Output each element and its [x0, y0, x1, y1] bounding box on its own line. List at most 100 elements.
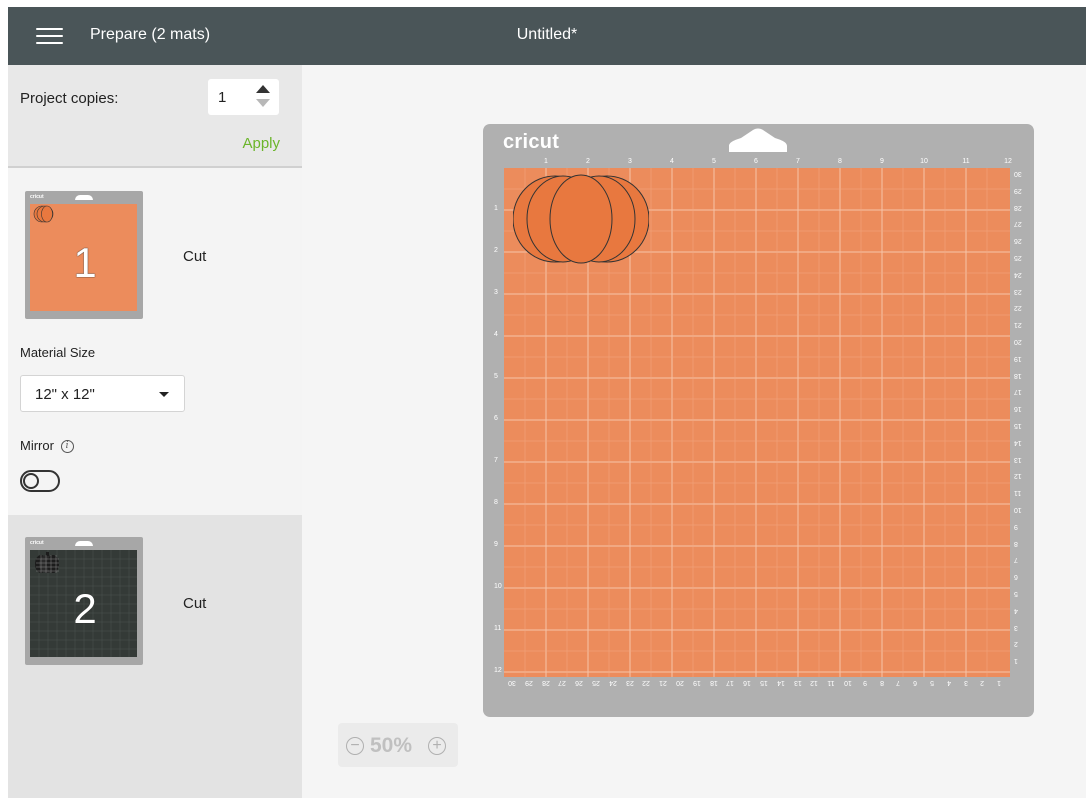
ruler-left-label: 5	[494, 373, 498, 380]
ruler-right-label: 19	[1014, 354, 1022, 362]
pumpkin-pattern-icon	[35, 552, 59, 573]
ruler-left-label: 8	[494, 499, 498, 506]
ruler-bottom-label: 10	[844, 679, 852, 686]
ruler-right-label: 15	[1014, 422, 1022, 429]
ruler-bottom-label: 5	[930, 679, 934, 686]
mat-item-1[interactable]: cricut 1 Cut Material Size 12" x 12" Mir…	[8, 170, 302, 515]
ruler-bottom-label: 25	[592, 679, 600, 686]
mat-thumbnail-1[interactable]: cricut 1	[25, 191, 143, 319]
ruler-bottom-label: 15	[760, 679, 768, 686]
pumpkin-design[interactable]	[513, 174, 649, 264]
zoom-out-icon[interactable]: −	[346, 737, 364, 755]
thumbnail-notch	[75, 195, 93, 200]
ruler-right-label: 6	[1014, 573, 1018, 581]
ruler-right-label: 18	[1014, 371, 1022, 379]
ruler-left-label: 9	[494, 541, 498, 548]
ruler-right-label: 5	[1014, 590, 1018, 597]
zoom-in-icon[interactable]: +	[428, 737, 446, 755]
info-icon[interactable]: i	[60, 440, 74, 454]
mirror-label-text: Mirror	[20, 438, 54, 453]
ruler-bottom-label: 2	[980, 679, 985, 686]
ruler-bottom-label: 3	[963, 679, 968, 686]
ruler-bottom-label: 11	[827, 679, 835, 686]
mat-notch	[729, 128, 787, 152]
apply-button[interactable]: Apply	[242, 135, 280, 152]
ruler-top-label: 11	[962, 158, 970, 165]
mat-brand-logo: cricut	[503, 131, 560, 153]
top-bar: Prepare (2 mats) Untitled*	[8, 7, 1086, 65]
ruler-left-label: 3	[494, 289, 498, 296]
ruler-right-label: 3	[1014, 623, 1018, 631]
mat-item-2[interactable]: cricut 2 Cut	[8, 515, 302, 798]
ruler-bottom-label: 12	[810, 679, 819, 686]
ruler-right-label: 9	[1014, 522, 1018, 530]
ruler-right-label: 24	[1014, 270, 1022, 278]
ruler-bottom-label: 27	[558, 679, 567, 686]
ruler-bottom-label: 4	[946, 679, 951, 686]
ruler-top-label: 5	[712, 158, 716, 165]
ruler-right-label: 17	[1014, 388, 1022, 396]
ruler-bottom-label: 1	[997, 679, 1002, 686]
ruler-right-label: 10	[1014, 506, 1022, 513]
ruler-right-label: 16	[1014, 405, 1022, 413]
ruler-bottom-label: 21	[659, 679, 668, 686]
mat-thumbnail-2[interactable]: cricut 2	[25, 537, 143, 665]
ruler-bottom-label: 20	[676, 679, 684, 686]
ruler-right-label: 26	[1014, 237, 1022, 245]
project-copies-section: Project copies: 1 Apply	[8, 65, 302, 168]
ruler-right-label: 8	[1014, 539, 1018, 547]
mirror-toggle[interactable]	[20, 470, 60, 492]
ruler-bottom-label: 24	[608, 679, 617, 686]
ruler-right-label: 4	[1014, 606, 1018, 614]
ruler-bottom-label: 19	[692, 679, 701, 686]
mat-cut-area[interactable]	[504, 168, 1010, 677]
ruler-top-label: 8	[838, 158, 842, 165]
ruler-left-label: 7	[494, 457, 498, 464]
ruler-right-label: 23	[1014, 287, 1022, 295]
ruler-bottom-label: 26	[575, 679, 584, 686]
step-up-icon[interactable]	[256, 85, 270, 93]
pumpkin-thumbnail-icon	[33, 205, 54, 223]
ruler-bottom-label: 29	[524, 679, 533, 686]
ruler-right-label: 1	[1014, 657, 1018, 665]
ruler-right-label: 22	[1014, 304, 1022, 312]
ruler-bottom-label: 8	[879, 679, 884, 686]
ruler-bottom-label: 17	[726, 679, 735, 686]
mat-cut-label: Cut	[183, 595, 207, 612]
thumbnail-brand-logo: cricut	[30, 194, 44, 200]
ruler-right-label: 11	[1014, 489, 1022, 497]
toggle-knob	[23, 473, 39, 489]
zoom-control: − 50% +	[338, 723, 458, 767]
mirror-label: Mirror i	[20, 438, 74, 454]
thumbnail-brand-logo: cricut	[30, 540, 44, 546]
ruler-top-label: 1	[544, 158, 548, 165]
ruler-bottom-label: 22	[642, 679, 651, 686]
project-copies-stepper[interactable]: 1	[208, 79, 279, 115]
ruler-top-label: 9	[880, 158, 884, 165]
project-copies-input[interactable]: 1	[218, 89, 226, 106]
ruler-right-label: 21	[1014, 321, 1022, 329]
step-down-icon[interactable]	[256, 99, 270, 107]
ruler-right-label: 30	[1014, 170, 1022, 177]
ruler-left-label: 12	[494, 667, 502, 674]
material-size-label: Material Size	[20, 345, 96, 360]
ruler-left-label: 10	[494, 583, 502, 590]
thumbnail-notch	[75, 541, 93, 546]
ruler-left-label: 11	[494, 625, 502, 632]
ruler-bottom-label: 18	[709, 679, 718, 686]
cutting-mat: cricut 1 2 3 4 5 6 7 8 9 10 11 12 1 2 3 4 5 6 7 8 9 10 11 12 3…	[483, 124, 1034, 717]
ruler-right-label: 2	[1014, 640, 1018, 648]
ruler-left-label: 1	[494, 205, 498, 212]
ruler-bottom-label: 6	[913, 679, 918, 686]
ruler-top-label: 10	[920, 158, 928, 165]
ruler-right-label: 29	[1014, 186, 1022, 194]
zoom-level: 50%	[370, 734, 413, 757]
ruler-right-label: 12	[1014, 472, 1022, 480]
mat-number: 1	[73, 239, 97, 286]
canvas-area[interactable]: cricut 1 2 3 4 5 6 7 8 9 10 11 12 1 2 3 4 5 6 7 8 9 10 11 12 3…	[302, 65, 1086, 798]
ruler-top-label: 6	[754, 158, 758, 165]
material-size-dropdown[interactable]: 12" x 12"	[20, 375, 185, 412]
chevron-down-icon	[159, 392, 169, 397]
ruler-left-label: 4	[494, 331, 498, 338]
ruler-right-label: 28	[1014, 203, 1022, 211]
